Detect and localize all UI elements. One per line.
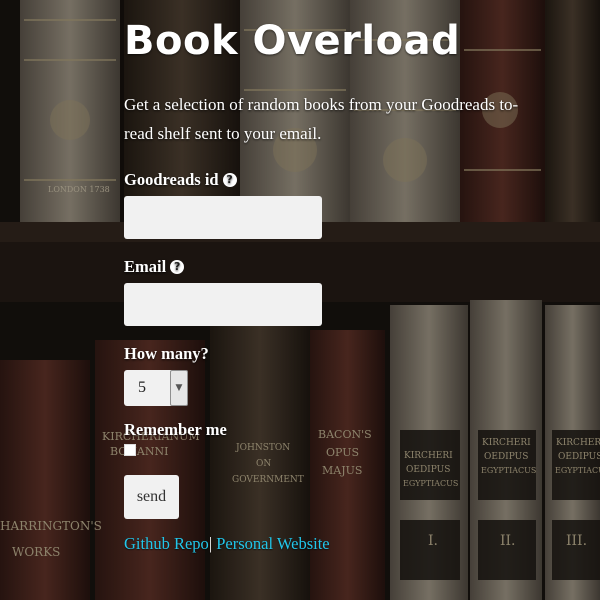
goodreads-label-text: Goodreads id (124, 170, 219, 189)
link-separator: | (208, 534, 213, 553)
page-title: Book Overload (124, 18, 461, 64)
remember-label: Remember me (124, 420, 227, 439)
email-label-text: Email (124, 257, 167, 276)
email-field-group: Email ? (124, 257, 544, 326)
page-description: Get a selection of random books from you… (124, 95, 519, 143)
goodreads-field-group: Goodreads id ? (124, 170, 544, 239)
signup-form: Book Overload Get a selection of random … (124, 14, 544, 554)
chevron-down-icon[interactable]: ▼ (170, 370, 188, 406)
email-help-icon[interactable]: ? (170, 260, 185, 274)
email-label: Email ? (124, 257, 544, 277)
goodreads-label: Goodreads id ? (124, 170, 544, 190)
goodreads-id-input[interactable] (124, 196, 322, 239)
how-many-label: How many? (124, 344, 209, 363)
remember-field-group: Remember me (124, 420, 544, 456)
how-many-select[interactable]: 5 ▼ (124, 370, 188, 406)
email-input[interactable] (124, 283, 322, 326)
personal-website-link[interactable]: Personal Website (216, 534, 329, 553)
footer-links: Github Repo| Personal Website (124, 534, 544, 554)
how-many-field-group: How many? 5 ▼ (124, 344, 544, 406)
github-repo-link[interactable]: Github Repo (124, 534, 209, 553)
remember-checkbox[interactable] (124, 444, 136, 456)
how-many-selected-value: 5 (138, 379, 146, 396)
send-button[interactable]: send (124, 475, 179, 519)
goodreads-help-icon[interactable]: ? (222, 173, 237, 187)
